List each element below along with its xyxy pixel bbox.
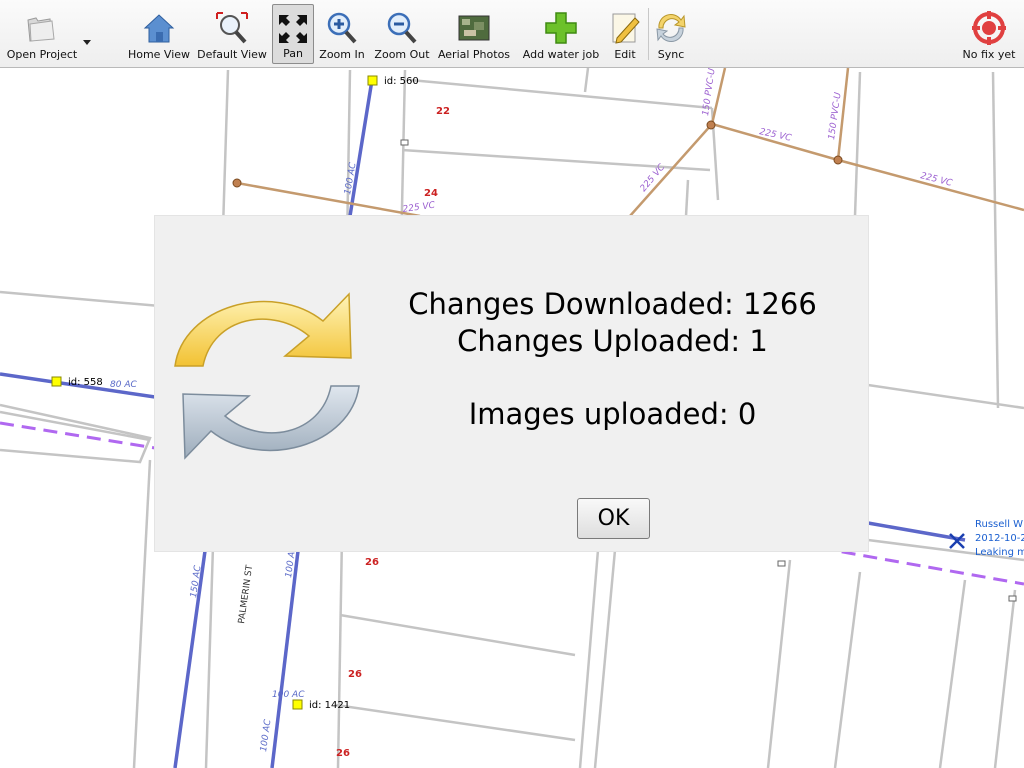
node-560[interactable] [367,75,378,86]
node-558[interactable] [51,376,62,387]
parcel-number: 26 [365,557,379,568]
open-project-label: Open Project [6,48,78,61]
aerial-photos-label: Aerial Photos [437,48,511,61]
pan-label: Pan [283,47,303,60]
gps-status-label: No fix yet [962,48,1016,61]
edit-button[interactable]: Edit [606,4,644,64]
parcel-number: 24 [424,188,438,199]
gps-status-button[interactable]: No fix yet [960,4,1018,64]
pipe-label: 80 AC [110,380,137,390]
marker[interactable] [400,139,409,146]
job-date: 2012-10-2 [975,533,1024,544]
default-view-label: Default View [197,48,267,61]
open-project-button[interactable]: Open Project [6,4,78,64]
pan-button[interactable]: Pan [272,4,314,64]
plus-icon [545,12,577,44]
pipe-label: 100 AC [259,718,274,752]
parcel-number: 22 [436,106,450,117]
zoom-in-label: Zoom In [319,48,365,61]
node-id-label: id: 1421 [309,700,350,711]
aerial-photo-icon [458,15,490,41]
zoom-in-button[interactable]: Zoom In [318,4,366,64]
sync-icon [656,14,686,42]
pan-arrows-icon [279,15,307,43]
changes-downloaded-text: Changes Downloaded: 1266 [408,287,817,321]
sync-result-dialog: Changes Downloaded: 1266 Changes Uploade… [155,216,868,551]
sewer-pipe-labels: 225 VC 150 PVC-U 225 VC 150 PVC-U 225 VC… [402,68,954,215]
default-view-button[interactable]: Default View [197,4,267,64]
zoom-in-icon [327,12,357,44]
sync-icon-large [174,292,360,460]
toolbar: Open Project Home View Default View Pan [0,0,1024,68]
folder-icon [27,17,55,42]
aerial-photos-button[interactable]: Aerial Photos [438,4,510,64]
changes-uploaded-text: Changes Uploaded: 1 [457,324,768,358]
magnifier-default-icon [216,12,248,44]
job-name: Russell W [975,519,1023,530]
sync-summary: Changes Downloaded: 1266 Changes Uploade… [365,286,860,433]
zoom-out-icon [387,12,417,44]
parcel-number: 26 [348,669,362,680]
edit-label: Edit [614,48,636,61]
sewer-node[interactable] [232,178,242,188]
sewer-nodes [232,120,843,188]
ok-button[interactable]: OK [577,498,650,539]
parcel-number: 26 [336,748,350,759]
pipe-label: 225 VC [402,200,436,215]
node-1421[interactable] [292,699,303,710]
sync-label: Sync [657,48,685,61]
add-water-job-label: Add water job [522,48,600,61]
chevron-down-icon [83,40,91,45]
sync-button[interactable]: Sync [652,4,690,64]
marker[interactable] [777,560,786,567]
sewer-node[interactable] [833,155,843,165]
home-view-label: Home View [127,48,191,61]
node-id-label: id: 558 [68,377,103,388]
home-view-button[interactable]: Home View [128,4,190,64]
home-icon [143,14,175,43]
zoom-out-label: Zoom Out [374,48,430,61]
node-id-label: id: 560 [384,76,419,87]
gps-status-icon [972,11,1006,45]
open-project-dropdown[interactable] [80,32,94,45]
zoom-out-button[interactable]: Zoom Out [374,4,430,64]
marker[interactable] [1008,595,1017,602]
images-uploaded-text: Images uploaded: 0 [468,397,757,431]
job-issue: Leaking m [975,547,1024,558]
sewer-node[interactable] [706,120,716,130]
toolbar-separator [648,8,649,60]
pencil-icon [612,13,640,44]
pipe-label: 100 AC [272,690,305,700]
street-name: PALMERIN ST [237,564,255,624]
add-water-job-button[interactable]: Add water job [522,4,600,64]
